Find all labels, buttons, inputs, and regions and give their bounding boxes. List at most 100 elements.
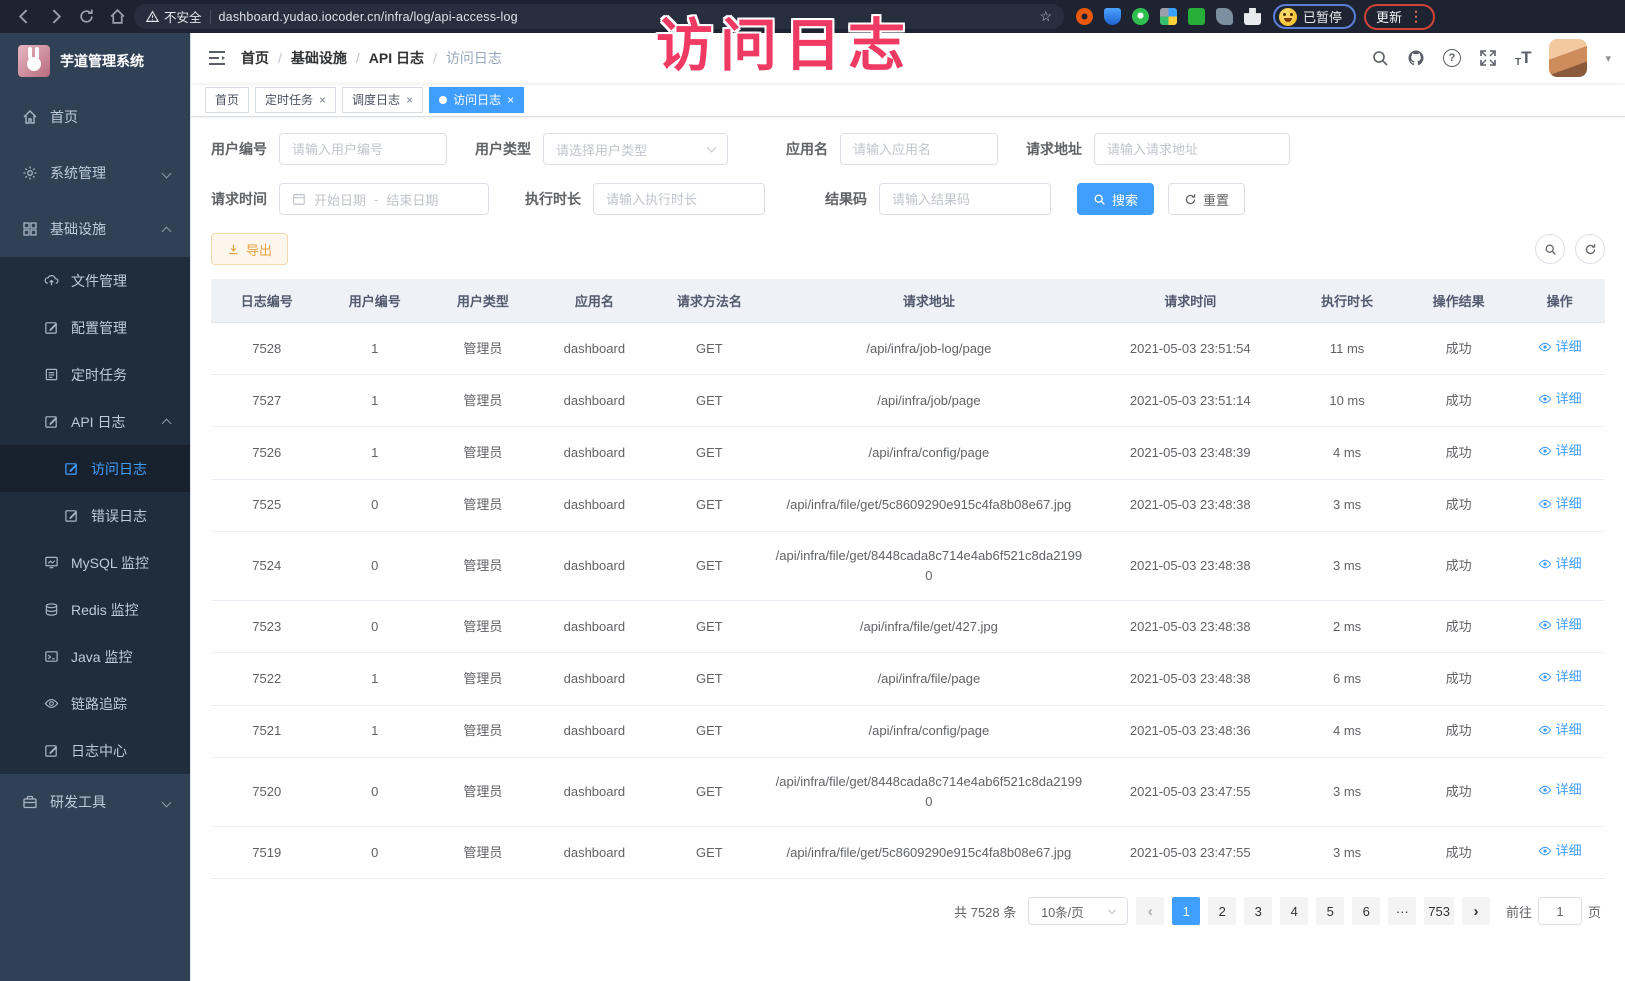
ext-icon-1[interactable] [1076,8,1093,25]
avatar-caret-icon[interactable]: ▾ [1605,52,1611,65]
ext-icon-3[interactable] [1132,8,1149,25]
sidebar-item-error-log[interactable]: 错误日志 [0,492,190,539]
page-number-button[interactable]: 2 [1208,897,1236,925]
sidebar-item-infra[interactable]: 基础设施 [0,201,190,257]
app-logo[interactable]: 芋道管理系统 [0,33,190,89]
address-bar[interactable]: 不安全 dashboard.yudao.iocoder.cn/infra/log… [134,4,1064,29]
page-number-button[interactable]: 5 [1316,897,1344,925]
search-icon[interactable] [1371,49,1389,67]
sidebar-item-config-manage[interactable]: 配置管理 [0,304,190,351]
page-number-button[interactable]: 753 [1424,897,1454,925]
help-icon[interactable]: ? [1443,49,1461,67]
detail-link[interactable]: 详细 [1538,441,1582,461]
breadcrumb-infra[interactable]: 基础设施 [291,48,347,68]
next-page-button[interactable]: › [1462,897,1490,925]
user-type-select[interactable]: 请选择用户类型 [543,133,728,165]
detail-link[interactable]: 详细 [1538,667,1582,687]
url-text[interactable]: dashboard.yudao.iocoder.cn/infra/log/api… [219,10,1032,24]
sidebar-item-mysql[interactable]: MySQL 监控 [0,539,190,586]
font-size-icon[interactable]: TT [1515,48,1532,68]
sidebar-toggle-icon[interactable] [207,48,227,68]
profile-paused-badge[interactable]: 已暂停 [1273,4,1356,29]
page-number-button[interactable]: 4 [1280,897,1308,925]
cell-request-url: /api/infra/file/get/5c8609290e915c4fa8b0… [769,826,1090,878]
result-code-input[interactable] [879,183,1051,215]
detail-link[interactable]: 详细 [1538,780,1582,800]
top-navbar: 首页 / 基础设施 / API 日志 / 访问日志 ? TT ▾ [191,33,1625,83]
prev-page-button[interactable]: ‹ [1136,897,1164,925]
cell-request-time: 2021-05-03 23:51:14 [1089,375,1291,427]
monitor-chart-icon [44,555,59,570]
access-log-table: 日志编号 用户编号 用户类型 应用名 请求方法名 请求地址 请求时间 执行时长 … [211,279,1605,879]
tag-job-log[interactable]: 调度日志 × [342,87,423,113]
tag-home[interactable]: 首页 [205,87,249,113]
user-avatar[interactable] [1549,39,1587,77]
detail-link[interactable]: 详细 [1538,554,1582,574]
ext-icon-2[interactable] [1104,8,1121,25]
breadcrumb-api-log[interactable]: API 日志 [369,48,424,68]
detail-link[interactable]: 详细 [1538,720,1582,740]
app-title: 芋道管理系统 [60,51,144,71]
sidebar-item-file-manage[interactable]: 文件管理 [0,257,190,304]
cell-user-type: 管理员 [427,479,539,531]
refresh-table-button[interactable] [1575,234,1605,264]
close-icon[interactable]: × [507,93,514,107]
request-url-input[interactable] [1094,133,1290,165]
toggle-search-button[interactable] [1535,234,1565,264]
user-id-input[interactable] [279,133,447,165]
ext-icon-6[interactable] [1216,8,1233,25]
sidebar-item-system[interactable]: 系统管理 [0,145,190,201]
cell-request-time: 2021-05-03 23:51:54 [1089,323,1291,375]
detail-link[interactable]: 详细 [1538,615,1582,635]
bookmark-star-icon[interactable]: ☆ [1039,8,1052,25]
security-warning[interactable]: 不安全 [146,7,202,26]
ext-icon-5[interactable] [1188,8,1205,25]
page-number-button[interactable]: 1 [1172,897,1200,925]
sidebar-item-redis[interactable]: Redis 监控 [0,586,190,633]
detail-link[interactable]: 详细 [1538,841,1582,861]
page-number-button[interactable]: ··· [1388,897,1416,925]
request-time-range-picker[interactable]: 开始日期 - 结束日期 [279,183,489,215]
sidebar-item-trace[interactable]: 链路追踪 [0,680,190,727]
sidebar-item-api-log[interactable]: API 日志 [0,398,190,445]
database-stack-icon [44,602,59,617]
sidebar-item-access-log[interactable]: 访问日志 [0,445,190,492]
cell-request-url: /api/infra/job/page [769,375,1090,427]
search-button[interactable]: 搜索 [1077,183,1154,215]
search-icon [1093,193,1106,206]
breadcrumb-home[interactable]: 首页 [241,48,269,68]
back-icon[interactable] [16,8,33,25]
home-icon[interactable] [109,8,126,25]
browser-menu-icon[interactable]: ⋮ [1409,8,1423,25]
export-button[interactable]: 导出 [211,233,288,265]
close-icon[interactable]: × [319,93,326,107]
reset-button[interactable]: 重置 [1168,183,1245,215]
detail-link[interactable]: 详细 [1538,337,1582,357]
page-number-button[interactable]: 6 [1352,897,1380,925]
cell-user-type: 管理员 [427,705,539,757]
goto-page-input[interactable] [1538,897,1582,925]
detail-link[interactable]: 详细 [1538,389,1582,409]
detail-link[interactable]: 详细 [1538,494,1582,514]
close-icon[interactable]: × [406,93,413,107]
sidebar-item-log-center[interactable]: 日志中心 [0,727,190,774]
table-row: 7524 0 管理员 dashboard GET /api/infra/file… [211,531,1605,600]
sidebar-item-java[interactable]: Java 监控 [0,633,190,680]
fullscreen-icon[interactable] [1479,49,1497,67]
tag-access-log[interactable]: 访问日志 × [429,87,524,113]
extensions-puzzle-icon[interactable] [1244,8,1261,25]
github-icon[interactable] [1407,49,1425,67]
forward-icon[interactable] [47,8,64,25]
duration-input[interactable] [593,183,765,215]
sidebar-item-job[interactable]: 定时任务 [0,351,190,398]
app-name-input[interactable] [840,133,998,165]
sidebar-item-home[interactable]: 首页 [0,89,190,145]
browser-update-button[interactable]: 更新 ⋮ [1364,4,1435,30]
reload-icon[interactable] [78,8,95,25]
page-size-select[interactable]: 10条/页 [1028,897,1128,925]
page-number-button[interactable]: 3 [1244,897,1272,925]
cell-request-time: 2021-05-03 23:48:36 [1089,705,1291,757]
sidebar-item-dev-tools[interactable]: 研发工具 [0,774,190,830]
tag-job[interactable]: 定时任务 × [255,87,336,113]
ext-icon-4[interactable] [1160,8,1177,25]
